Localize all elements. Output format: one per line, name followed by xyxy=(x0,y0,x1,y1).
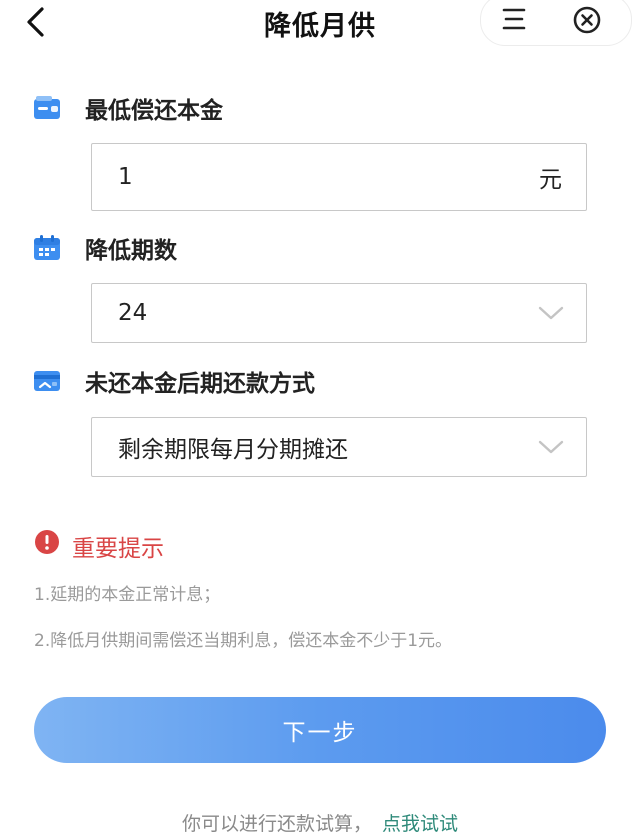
principal-section-header: 最低偿还本金 xyxy=(32,92,223,124)
principal-label: 最低偿还本金 xyxy=(85,98,223,124)
footer-text: 你可以进行还款试算， xyxy=(181,813,372,835)
nav-bar: 降低月供 xyxy=(0,0,640,48)
notice-title: 重要提示 xyxy=(72,536,164,562)
principal-unit: 元 xyxy=(539,167,562,193)
menu-icon[interactable] xyxy=(500,5,528,33)
repayment-method-value: 剩余期限每月分期摊还 xyxy=(118,437,348,463)
card-icon xyxy=(34,371,60,391)
repayment-section-header: 未还本金后期还款方式 xyxy=(32,365,315,397)
chevron-down-icon xyxy=(538,440,564,454)
next-step-button[interactable]: 下一步 xyxy=(34,697,606,763)
calendar-icon xyxy=(34,235,60,260)
close-circle-icon[interactable] xyxy=(572,5,602,35)
periods-label: 降低期数 xyxy=(85,238,177,264)
periods-value: 24 xyxy=(118,300,148,326)
periods-select[interactable]: 24 xyxy=(91,283,587,343)
try-calculation-link[interactable]: 点我试试 xyxy=(382,813,458,835)
notice-header: 重要提示 xyxy=(34,521,164,563)
footer: 你可以进行还款试算， 点我试试 xyxy=(0,809,640,836)
notice-line-2: 2.降低月供期间需偿还当期利息，偿还本金不少于1元。 xyxy=(34,631,453,651)
periods-section-header: 降低期数 xyxy=(32,232,177,264)
chevron-down-icon xyxy=(538,306,564,320)
alert-icon xyxy=(35,530,59,554)
wallet-icon xyxy=(34,96,60,119)
notice-line-1: 1.延期的本金正常计息； xyxy=(34,585,221,605)
principal-value: 1 xyxy=(118,164,133,190)
repayment-method-select[interactable]: 剩余期限每月分期摊还 xyxy=(91,417,587,477)
repayment-label: 未还本金后期还款方式 xyxy=(85,371,315,397)
principal-input[interactable]: 1 元 xyxy=(91,143,587,211)
